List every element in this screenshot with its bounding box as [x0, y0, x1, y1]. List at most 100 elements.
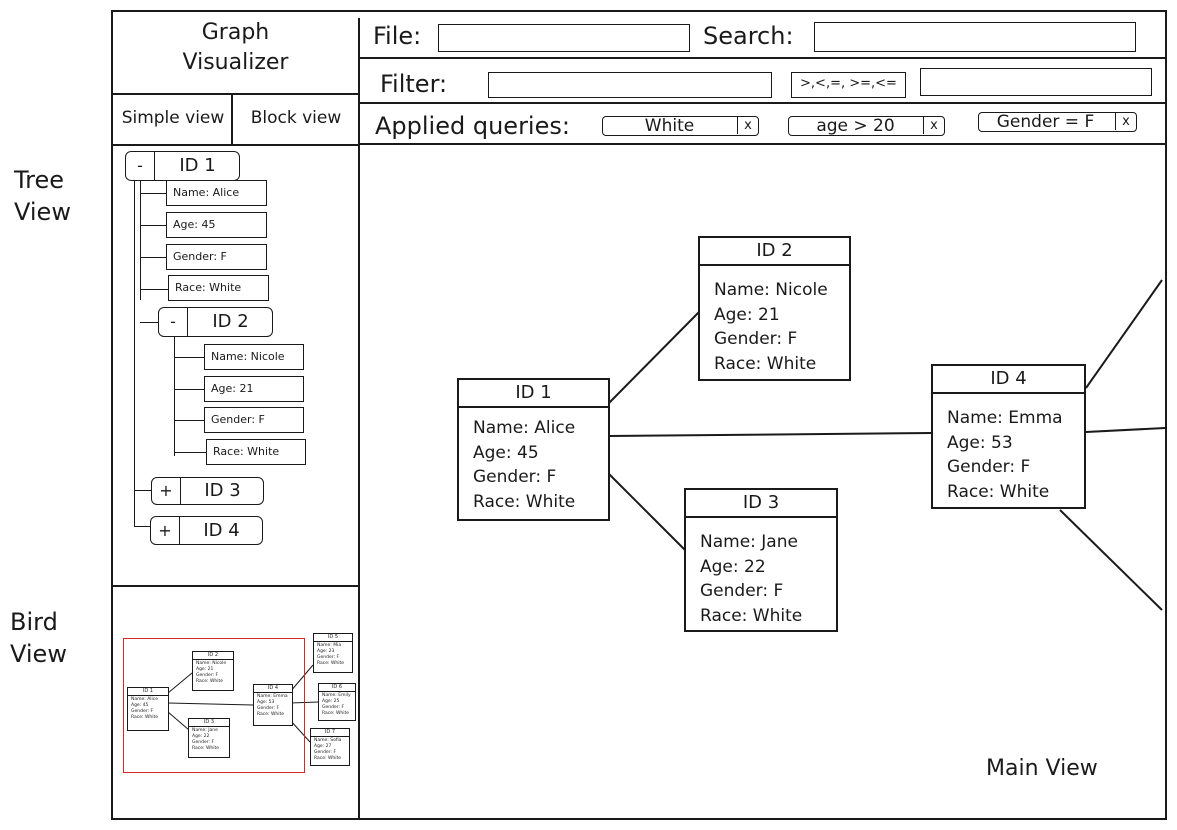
graph-node-race: Race: White: [700, 605, 803, 626]
tree-connector: [140, 322, 160, 323]
minimap-node-title: ID 3: [189, 719, 229, 727]
tabs-top-border: [113, 93, 360, 95]
tree-connector: [140, 193, 166, 194]
bird-view-annotation: Bird View: [10, 606, 67, 670]
collapse-toggle-icon[interactable]: -: [126, 152, 155, 180]
query-chip-age-remove-button[interactable]: x: [923, 117, 944, 134]
app-title: Graph Visualizer: [113, 18, 358, 78]
graph-node-gender: Gender: F: [700, 581, 784, 601]
tree-field-gender: Gender: F: [204, 407, 304, 433]
filter-input[interactable]: [488, 72, 772, 98]
graph-node-age: Age: 22: [700, 556, 766, 577]
minimap-node-id7: ID 7 Name: Sofia Age: 27 Gender: F Race:…: [310, 728, 350, 766]
query-chip-gender-remove-button[interactable]: x: [1115, 113, 1136, 130]
minimap-node-id3: ID 3 Name: Jane Age: 22 Gender: F Race: …: [188, 718, 230, 758]
tree-node-id2[interactable]: - ID 2: [158, 307, 273, 337]
tree-field-name: Name: Nicole: [204, 344, 304, 370]
graph-node-id1[interactable]: ID 1 Name: Alice Age: 45 Gender: F Race:…: [457, 378, 610, 521]
tree-connector: [174, 452, 206, 453]
minimap-node-title: ID 1: [128, 688, 168, 696]
query-chip-white-text: White: [644, 116, 695, 136]
minimap-node-body: Name: Alice Age: 45 Gender: F Race: Whit…: [128, 696, 168, 721]
minimap-node-body: Name: Mia Age: 23 Gender: F Race: White: [314, 642, 352, 667]
file-label: File:: [373, 22, 422, 50]
query-chip-age: age > 20 x: [788, 116, 945, 136]
minimap-node-title: ID 6: [319, 684, 355, 692]
graph-node-race: Race: White: [473, 491, 576, 512]
expand-toggle-icon[interactable]: +: [152, 478, 181, 504]
minimap-node-body: Name: Emily Age: 25 Gender: F Race: Whit…: [319, 692, 355, 717]
tree-field-age: Age: 21: [204, 376, 304, 402]
tree-connector: [174, 420, 204, 421]
main-view-label: Main View: [986, 756, 1098, 781]
minimap-node-body: Name: Jane Age: 22 Gender: F Race: White: [189, 727, 229, 752]
graph-node-id3[interactable]: ID 3 Name: Jane Age: 22 Gender: F Race: …: [684, 488, 838, 632]
tree-node-id1[interactable]: - ID 1: [125, 151, 240, 181]
graph-node-age: Age: 53: [947, 432, 1013, 453]
graph-node-id4[interactable]: ID 4 Name: Emma Age: 53 Gender: F Race: …: [931, 364, 1086, 509]
graph-node-id2[interactable]: ID 2 Name: Nicole Age: 21 Gender: F Race…: [698, 236, 851, 381]
minimap-node-line: Race: White: [192, 746, 220, 751]
minimap-node-id1: ID 1 Name: Alice Age: 45 Gender: F Race:…: [127, 687, 169, 731]
graph-node-name: Name: Jane: [700, 532, 798, 552]
tree-connector: [140, 257, 166, 258]
graph-node-id4-title: ID 4: [933, 366, 1084, 394]
minimap-node-title: ID 7: [311, 729, 349, 737]
tree-field-gender: Gender: F: [166, 244, 267, 270]
bird-view-annotation-line1: Bird: [10, 608, 58, 636]
query-chip-white: White x: [602, 116, 759, 136]
tree-node-id4-label: ID 4: [203, 520, 240, 541]
graph-node-name: Name: Emma: [947, 408, 1063, 428]
graph-node-id3-title: ID 3: [686, 490, 836, 518]
graph-node-race: Race: White: [714, 353, 817, 374]
tree-connector: [140, 225, 166, 226]
graph-node-race: Race: White: [947, 481, 1050, 502]
tree-view-annotation-line2: View: [14, 198, 71, 226]
tree-node-id3[interactable]: + ID 3: [151, 477, 264, 505]
tree-connector: [134, 490, 152, 491]
tabs-divider: [231, 94, 233, 144]
left-panel-divider: [358, 18, 360, 818]
graph-node-name: Name: Nicole: [714, 280, 828, 300]
graph-node-gender: Gender: F: [714, 329, 798, 349]
tab-simple-view[interactable]: Simple view: [115, 108, 231, 128]
app-title-line1: Graph: [201, 20, 270, 45]
filter-label: Filter:: [380, 70, 448, 98]
tree-branch-line-1: [140, 180, 141, 300]
query-chip-white-remove-button[interactable]: x: [737, 117, 758, 134]
tree-node-id2-label: ID 2: [212, 311, 249, 332]
tree-field-race: Race: White: [168, 275, 269, 301]
operator-value-input[interactable]: [920, 68, 1152, 96]
search-input[interactable]: [814, 22, 1136, 52]
minimap-node-line: Race: White: [322, 711, 350, 716]
file-input[interactable]: [438, 24, 690, 52]
tree-node-id4[interactable]: + ID 4: [150, 516, 263, 545]
operator-select[interactable]: >,<,=, >=,<=: [791, 72, 906, 98]
tree-view-annotation: Tree View: [14, 164, 71, 228]
minimap-node-title: ID 2: [193, 652, 233, 660]
graph-node-age: Age: 21: [714, 304, 780, 325]
app-title-line2: Visualizer: [182, 50, 289, 75]
tree-field-age: Age: 45: [166, 212, 267, 238]
minimap-node-line: Race: White: [257, 712, 285, 717]
tree-bird-divider: [113, 585, 360, 587]
tab-block-view[interactable]: Block view: [234, 108, 358, 128]
query-chip-gender-text: Gender = F: [996, 112, 1095, 132]
toolbar-row2-border: [359, 102, 1167, 104]
query-chip-gender: Gender = F x: [978, 112, 1137, 132]
minimap-node-title: ID 5: [314, 634, 352, 642]
minimap-node-line: Race: White: [314, 756, 342, 761]
minimap-node-id5: ID 5 Name: Mia Age: 23 Gender: F Race: W…: [313, 633, 353, 673]
graph-node-gender: Gender: F: [473, 467, 557, 487]
collapse-toggle-icon[interactable]: -: [159, 308, 188, 336]
bird-view-annotation-line2: View: [10, 640, 67, 668]
tree-connector: [174, 357, 204, 358]
minimap-node-line: Race: White: [196, 679, 224, 684]
minimap-node-id2: ID 2 Name: Nicole Age: 21 Gender: F Race…: [192, 651, 234, 691]
minimap-node-body: Name: Sofia Age: 27 Gender: F Race: Whit…: [311, 737, 349, 762]
tree-view-annotation-line1: Tree: [14, 166, 65, 194]
expand-toggle-icon[interactable]: +: [151, 517, 180, 544]
graph-node-id1-title: ID 1: [459, 380, 608, 408]
tree-node-id1-label: ID 1: [179, 155, 216, 176]
toolbar-row3-border: [359, 143, 1167, 145]
